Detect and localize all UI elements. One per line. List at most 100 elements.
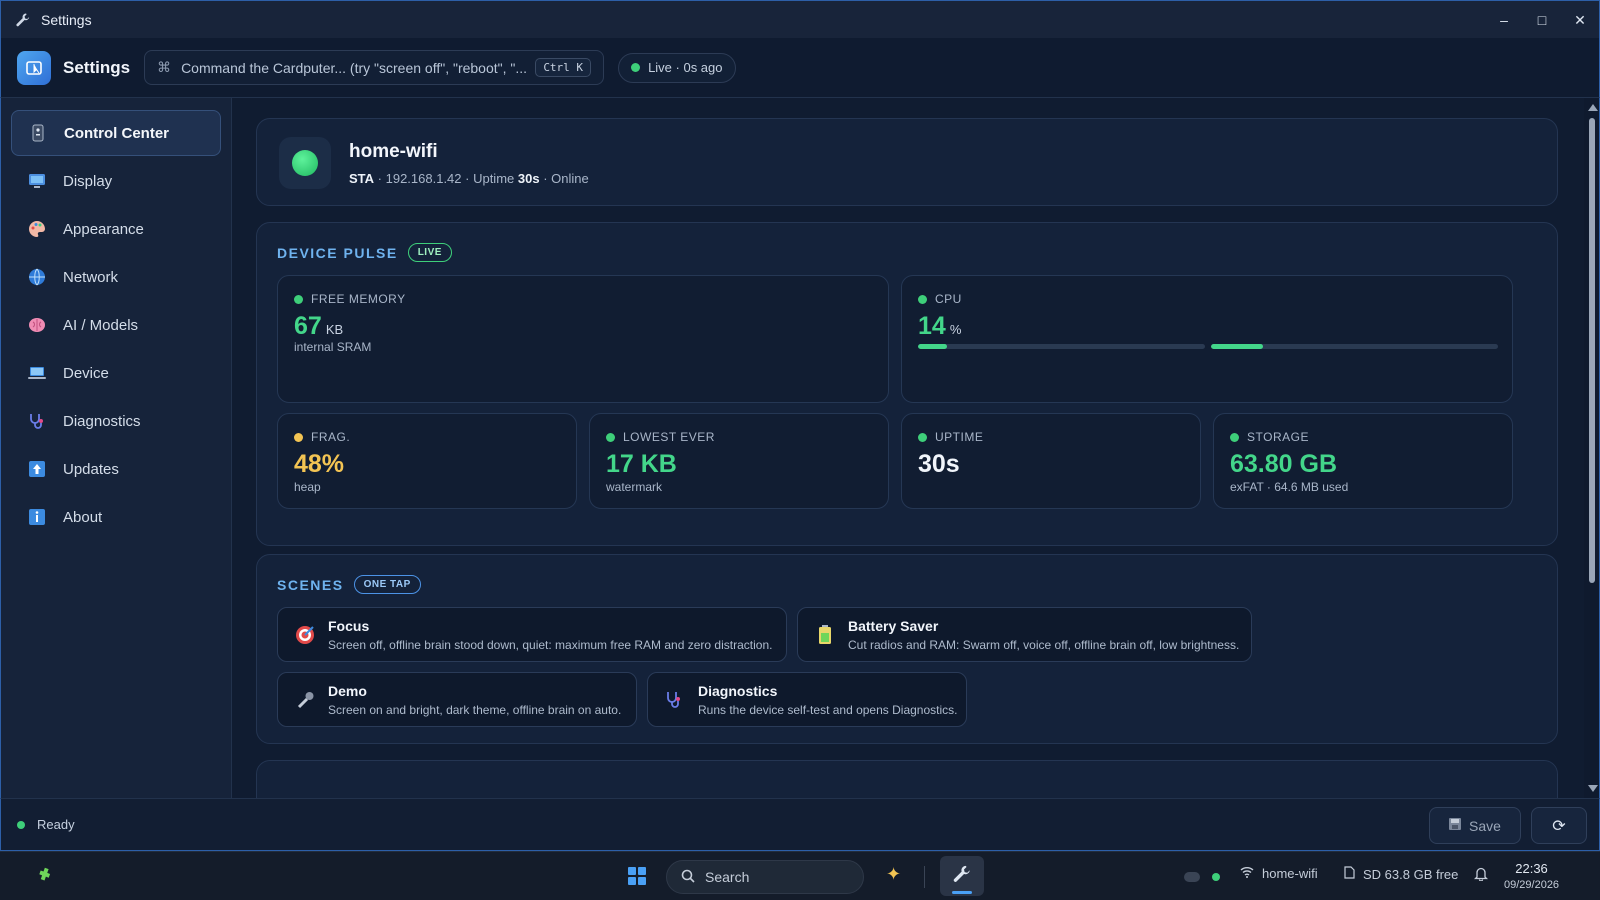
- storage-value: 63.80 GB: [1230, 450, 1338, 478]
- minimize-button[interactable]: –: [1485, 1, 1523, 39]
- command-palette-input[interactable]: ⌘ Command the Cardputer... (try "screen …: [144, 50, 605, 85]
- scroll-down-icon[interactable]: [1588, 785, 1598, 792]
- palette-icon: [27, 219, 47, 239]
- lowest-label: LOWEST EVER: [623, 430, 715, 444]
- wrench-icon: [952, 864, 972, 889]
- sidebar: Control Center Display Appearance Networ…: [0, 98, 232, 798]
- taskbar-search[interactable]: Search: [666, 860, 864, 894]
- storage-sub: exFAT · 64.6 MB used: [1230, 480, 1349, 494]
- sd-card-icon: [1344, 866, 1355, 882]
- sidebar-item-label: Diagnostics: [63, 412, 141, 430]
- stethoscope-icon: [664, 689, 686, 711]
- scene-demo[interactable]: Demo Screen on and bright, dark theme, o…: [277, 672, 637, 727]
- taskbar: Search ✦ home-wifi SD 63.8 GB free 22:36…: [0, 851, 1600, 900]
- connection-status-icon: [279, 137, 331, 189]
- app-title: Settings: [63, 57, 131, 77]
- status-dot-icon: [918, 294, 927, 304]
- sidebar-item-control-center[interactable]: Control Center: [11, 110, 221, 156]
- copilot-sparkle-icon[interactable]: ✦: [886, 864, 901, 885]
- device-pulse-card: DEVICE PULSE LIVE FREE MEMORY 67 KB inter…: [256, 222, 1558, 546]
- sidebar-item-appearance[interactable]: Appearance: [11, 206, 221, 252]
- scene-battery-saver[interactable]: Battery Saver Cut radios and RAM: Swarm …: [797, 607, 1252, 662]
- sidebar-item-label: Device: [63, 364, 109, 382]
- uptime-metric-label: UPTIME: [935, 430, 984, 444]
- sidebar-item-about[interactable]: About: [11, 494, 221, 540]
- brain-icon: [27, 315, 47, 335]
- metric-label: CPU: [918, 292, 962, 306]
- sidebar-item-ai-models[interactable]: AI / Models: [11, 302, 221, 348]
- free-memory-unit: KB: [325, 322, 344, 337]
- taskbar-settings-app[interactable]: [940, 856, 984, 896]
- scenes-card: SCENES ONE TAP Focus Screen off, offline…: [256, 554, 1558, 744]
- up-arrow-icon: [27, 459, 47, 479]
- sidebar-item-label: Control Center: [64, 124, 169, 142]
- scene-diagnostics[interactable]: Diagnostics Runs the device self-test an…: [647, 672, 967, 727]
- tray-toggle-icon[interactable]: [1184, 872, 1200, 882]
- lowest-value: 17 KB: [606, 450, 677, 478]
- sidebar-item-label: Appearance: [63, 220, 144, 238]
- tray-sd-label: SD 63.8 GB free: [1363, 866, 1459, 882]
- microphone-icon: [294, 689, 316, 711]
- search-icon: [681, 869, 695, 886]
- status-dot-icon: [918, 432, 927, 442]
- metric-label: UPTIME: [918, 430, 983, 444]
- refresh-icon: ⟳: [1552, 817, 1566, 835]
- free-memory-sub: internal SRAM: [294, 340, 372, 354]
- next-section-card: [256, 760, 1558, 798]
- metric-label: STORAGE: [1230, 430, 1309, 444]
- clock-time: 22:36: [1515, 861, 1548, 876]
- device-pulse-title: DEVICE PULSE: [277, 244, 398, 261]
- scene-description: Cut radios and RAM: Swarm off, voice off…: [848, 638, 1240, 652]
- cpu-metric: CPU 14%: [901, 275, 1513, 403]
- scene-title: Battery Saver: [848, 618, 939, 634]
- network-details: STA · 192.168.1.42 · Uptime 30s · Online: [349, 171, 589, 186]
- status-dot-icon: [294, 294, 303, 304]
- lowest-sub: watermark: [606, 480, 663, 494]
- notification-bell-icon[interactable]: [1474, 866, 1488, 881]
- live-badge: LIVE: [407, 243, 452, 262]
- sidebar-item-network[interactable]: Network: [11, 254, 221, 300]
- scene-focus[interactable]: Focus Screen off, offline brain stood do…: [277, 607, 787, 662]
- one-tap-badge: ONE TAP: [353, 575, 421, 594]
- start-menu-icon[interactable]: [628, 867, 646, 885]
- sidebar-item-device[interactable]: Device: [11, 350, 221, 396]
- sidebar-item-updates[interactable]: Updates: [11, 446, 221, 492]
- scene-title: Diagnostics: [698, 683, 778, 699]
- tray-sd[interactable]: SD 63.8 GB free: [1344, 866, 1458, 882]
- status-indicator: Ready: [17, 817, 75, 832]
- refresh-button[interactable]: ⟳: [1531, 807, 1587, 844]
- sidebar-item-label: Network: [63, 268, 119, 286]
- cpu-label: CPU: [935, 292, 962, 306]
- sidebar-item-label: About: [63, 508, 103, 526]
- sidebar-item-diagnostics[interactable]: Diagnostics: [11, 398, 221, 444]
- main-content: home-wifi STA · 192.168.1.42 · Uptime 30…: [232, 98, 1584, 798]
- save-button[interactable]: Save: [1429, 807, 1521, 844]
- laptop-icon: [27, 363, 47, 383]
- frag-sub: heap: [294, 480, 321, 494]
- maximize-button[interactable]: □: [1523, 1, 1561, 39]
- scrollbar-thumb[interactable]: [1589, 118, 1595, 583]
- cpu-core0-fill: [918, 344, 947, 349]
- scene-title: Focus: [328, 618, 370, 634]
- taskbar-separator: [924, 866, 925, 888]
- status-dot-icon: [1230, 432, 1239, 442]
- sidebar-item-label: Updates: [63, 460, 119, 478]
- sidebar-item-label: Display: [63, 172, 113, 190]
- section-title: DEVICE PULSE LIVE: [277, 243, 452, 262]
- taskbar-clock[interactable]: 22:36 09/29/2026: [1504, 861, 1559, 891]
- close-button[interactable]: ✕: [1561, 1, 1599, 39]
- sidebar-item-display[interactable]: Display: [11, 158, 221, 204]
- app-logo-icon[interactable]: [17, 50, 51, 85]
- lowest-ever-metric: LOWEST EVER 17 KB watermark: [589, 413, 889, 509]
- scroll-up-icon[interactable]: [1588, 104, 1598, 111]
- tray-wifi[interactable]: home-wifi: [1240, 866, 1318, 881]
- scene-title: Demo: [328, 683, 367, 699]
- uptime-metric: UPTIME 30s: [901, 413, 1201, 509]
- command-key-icon: ⌘: [157, 59, 172, 75]
- window-title: Settings: [41, 11, 92, 28]
- widgets-icon[interactable]: [34, 866, 54, 886]
- main-scrollbar[interactable]: [1584, 98, 1600, 798]
- wrench-icon: [15, 12, 31, 28]
- shortcut-hint: Ctrl K: [535, 58, 592, 77]
- network-summary-card: home-wifi STA · 192.168.1.42 · Uptime 30…: [256, 118, 1558, 206]
